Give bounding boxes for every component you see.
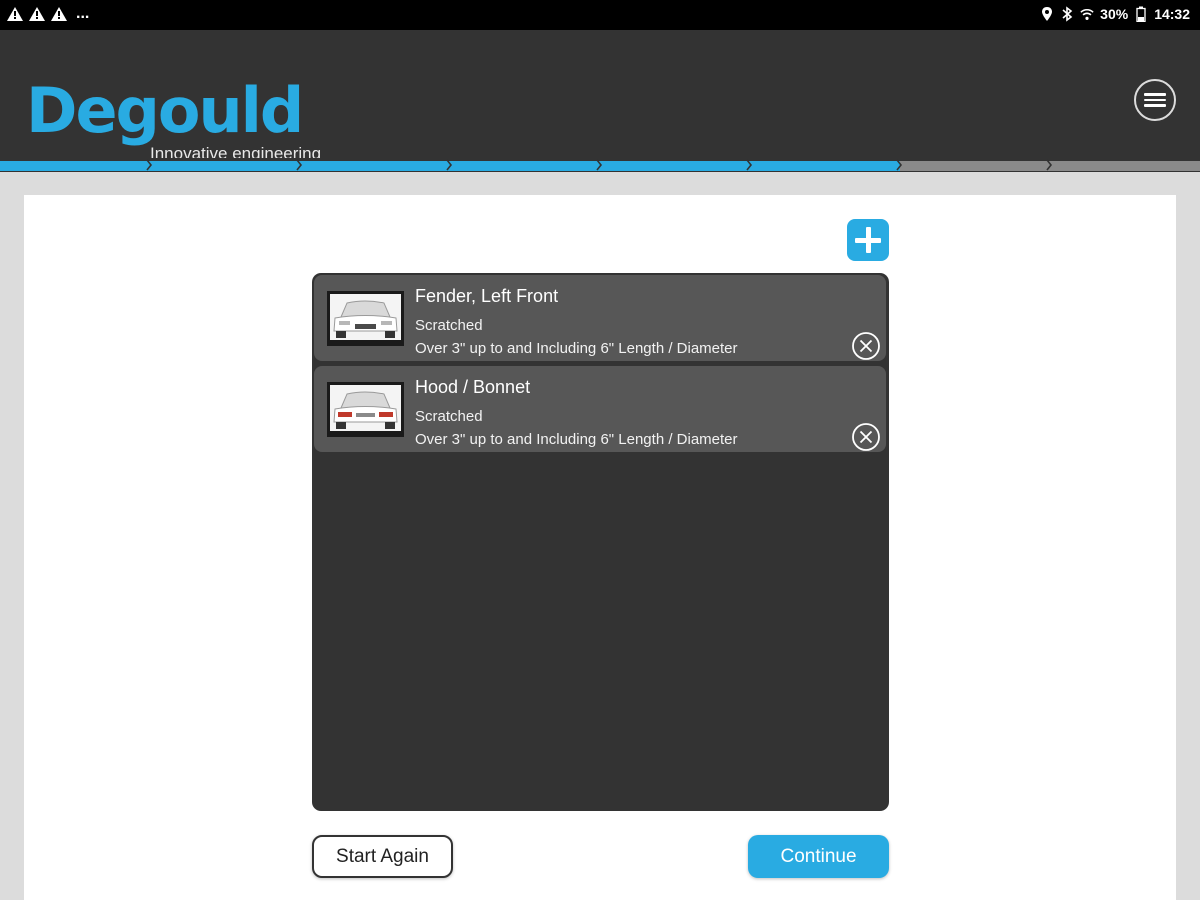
system-icons: 30% 14:32 <box>1040 6 1190 22</box>
notification-icons: ... <box>6 6 89 22</box>
damage-location: Fender, Left Front <box>415 286 559 306</box>
progress-step-fill <box>150 161 300 171</box>
damage-size: Over 3" up to and Including 6" Length / … <box>415 431 738 448</box>
hamburger-icon <box>1144 98 1166 102</box>
progress-step-pending <box>1050 158 1200 172</box>
progress-step-fill <box>750 161 900 171</box>
degould-logo: Degould <box>26 74 304 147</box>
damage-type: Scratched <box>415 408 483 425</box>
step-separator-icon <box>296 159 303 171</box>
progress-step-fill <box>300 161 450 171</box>
add-damage-button[interactable] <box>847 219 889 261</box>
step-separator-icon <box>146 159 153 171</box>
step-separator-icon <box>1046 159 1053 171</box>
warning-icon <box>51 7 67 21</box>
remove-item-icon[interactable] <box>851 422 881 452</box>
damage-location: Hood / Bonnet <box>415 377 531 397</box>
progress-step-complete <box>300 158 453 172</box>
step-separator-icon <box>446 159 453 171</box>
continue-button[interactable]: Continue <box>748 835 889 878</box>
hamburger-icon <box>1144 93 1166 96</box>
progress-step-pending <box>900 158 1053 172</box>
hamburger-icon <box>1144 104 1166 107</box>
progress-step-complete <box>750 158 903 172</box>
progress-step-fill <box>1050 161 1200 171</box>
progress-step-complete <box>450 158 603 172</box>
car-rear-icon <box>327 382 404 437</box>
damage-list-item[interactable]: Hood / Bonnet Scratched Over 3" up to an… <box>314 366 886 452</box>
warning-icon <box>7 7 23 21</box>
battery-percent: 30% <box>1100 6 1129 22</box>
damage-list[interactable]: Fender, Left Front Scratched Over 3" up … <box>312 273 889 811</box>
more-notifications: ... <box>76 5 90 22</box>
progress-step-complete <box>150 158 303 172</box>
menu-button[interactable] <box>1134 79 1176 121</box>
progress-step-fill <box>0 161 150 171</box>
progress-step-complete <box>600 158 753 172</box>
progress-step-fill <box>900 161 1050 171</box>
warning-icon <box>29 7 45 21</box>
progress-step-fill <box>450 161 600 171</box>
clock: 14:32 <box>1154 6 1190 22</box>
bluetooth-icon <box>1062 6 1073 22</box>
progress-step-fill <box>600 161 750 171</box>
car-front-icon <box>327 291 404 346</box>
location-icon <box>1042 7 1053 21</box>
app-header: Degould Innovative engineering <box>0 30 1200 163</box>
battery-icon <box>1136 6 1146 22</box>
step-progress-bar <box>0 158 1200 172</box>
damage-type: Scratched <box>415 317 483 334</box>
status-bar: ... 30% 14:32 <box>0 0 1200 30</box>
car-thumbnail <box>327 291 404 346</box>
start-again-button[interactable]: Start Again <box>312 835 453 878</box>
step-separator-icon <box>896 159 903 171</box>
step-separator-icon <box>596 159 603 171</box>
wifi-icon <box>1080 8 1094 20</box>
step-separator-icon <box>746 159 753 171</box>
remove-item-icon[interactable] <box>851 331 881 361</box>
progress-step-complete <box>0 158 153 172</box>
damage-list-item[interactable]: Fender, Left Front Scratched Over 3" up … <box>314 275 886 361</box>
damage-size: Over 3" up to and Including 6" Length / … <box>415 340 738 357</box>
car-thumbnail <box>327 382 404 437</box>
